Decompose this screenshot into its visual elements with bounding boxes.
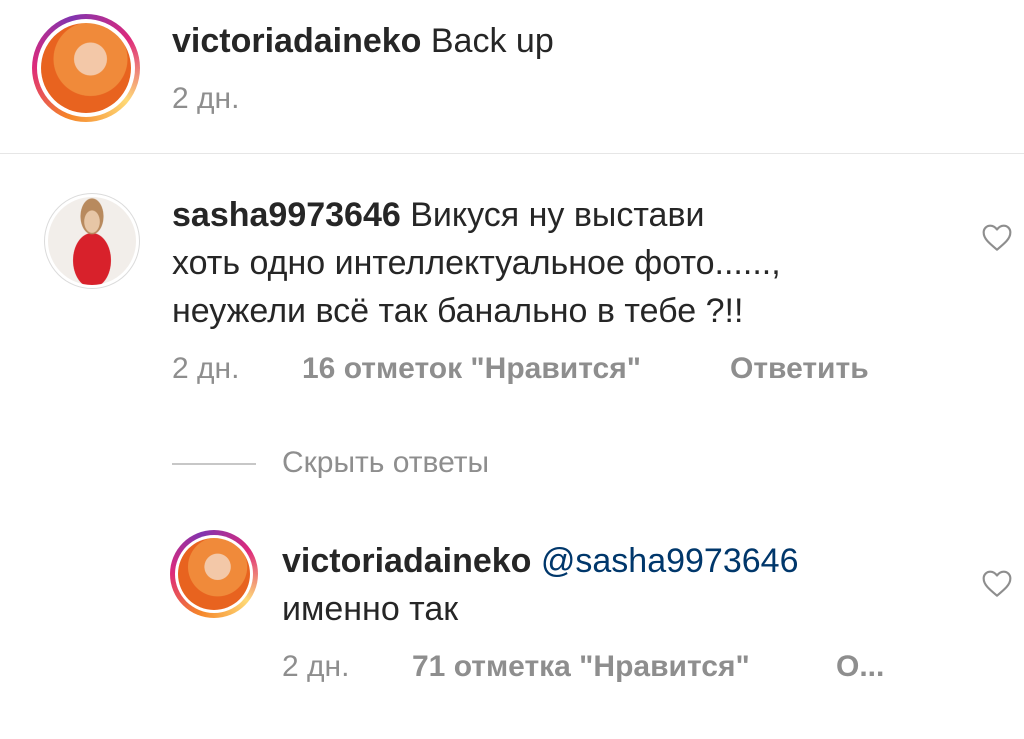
comments-screen: victoriadaineko Back up 2 дн. sasha99736…	[0, 0, 1024, 739]
heart-outline-icon[interactable]	[981, 568, 1013, 598]
comment-time: 2 дн.	[172, 352, 240, 385]
reply-username[interactable]: victoriadaineko	[282, 542, 531, 580]
reply-text: именно так	[282, 590, 459, 628]
caption-line: victoriadaineko Back up	[172, 18, 554, 64]
comment-likes-link[interactable]: 16 отметок "Нравится"	[302, 352, 641, 386]
caption-time: 2 дн.	[172, 82, 240, 115]
caption-username[interactable]: victoriadaineko	[172, 22, 421, 60]
comment-text-1: Викуся ну выстави	[410, 196, 705, 234]
comment-author-avatar[interactable]	[44, 193, 140, 289]
reply-time: 2 дн.	[282, 650, 350, 683]
reply-line-1: victoriadaineko @sasha9973646	[282, 538, 798, 584]
hide-replies-button[interactable]: Скрыть ответы	[282, 446, 489, 480]
heart-outline-icon[interactable]	[981, 222, 1013, 252]
reply-author-avatar[interactable]	[170, 530, 258, 618]
reply-reply-button[interactable]: О...	[836, 650, 884, 684]
comment-username[interactable]: sasha9973646	[172, 196, 401, 234]
comment-line-2: хоть одно интеллектуальное фото......,	[172, 244, 781, 282]
divider	[0, 153, 1024, 154]
comment-reply-button[interactable]: Ответить	[730, 352, 869, 386]
caption-text: Back up	[430, 22, 554, 60]
caption-author-avatar[interactable]	[32, 14, 140, 122]
reply-mention-link[interactable]: @sasha9973646	[541, 542, 799, 580]
reply-likes-link[interactable]: 71 отметка "Нравится"	[412, 650, 750, 684]
replies-divider-line	[172, 463, 256, 465]
comment-line-1: sasha9973646 Викуся ну выстави	[172, 192, 705, 238]
comment-line-3: неужели всё так банально в тебе ?!!	[172, 292, 744, 330]
